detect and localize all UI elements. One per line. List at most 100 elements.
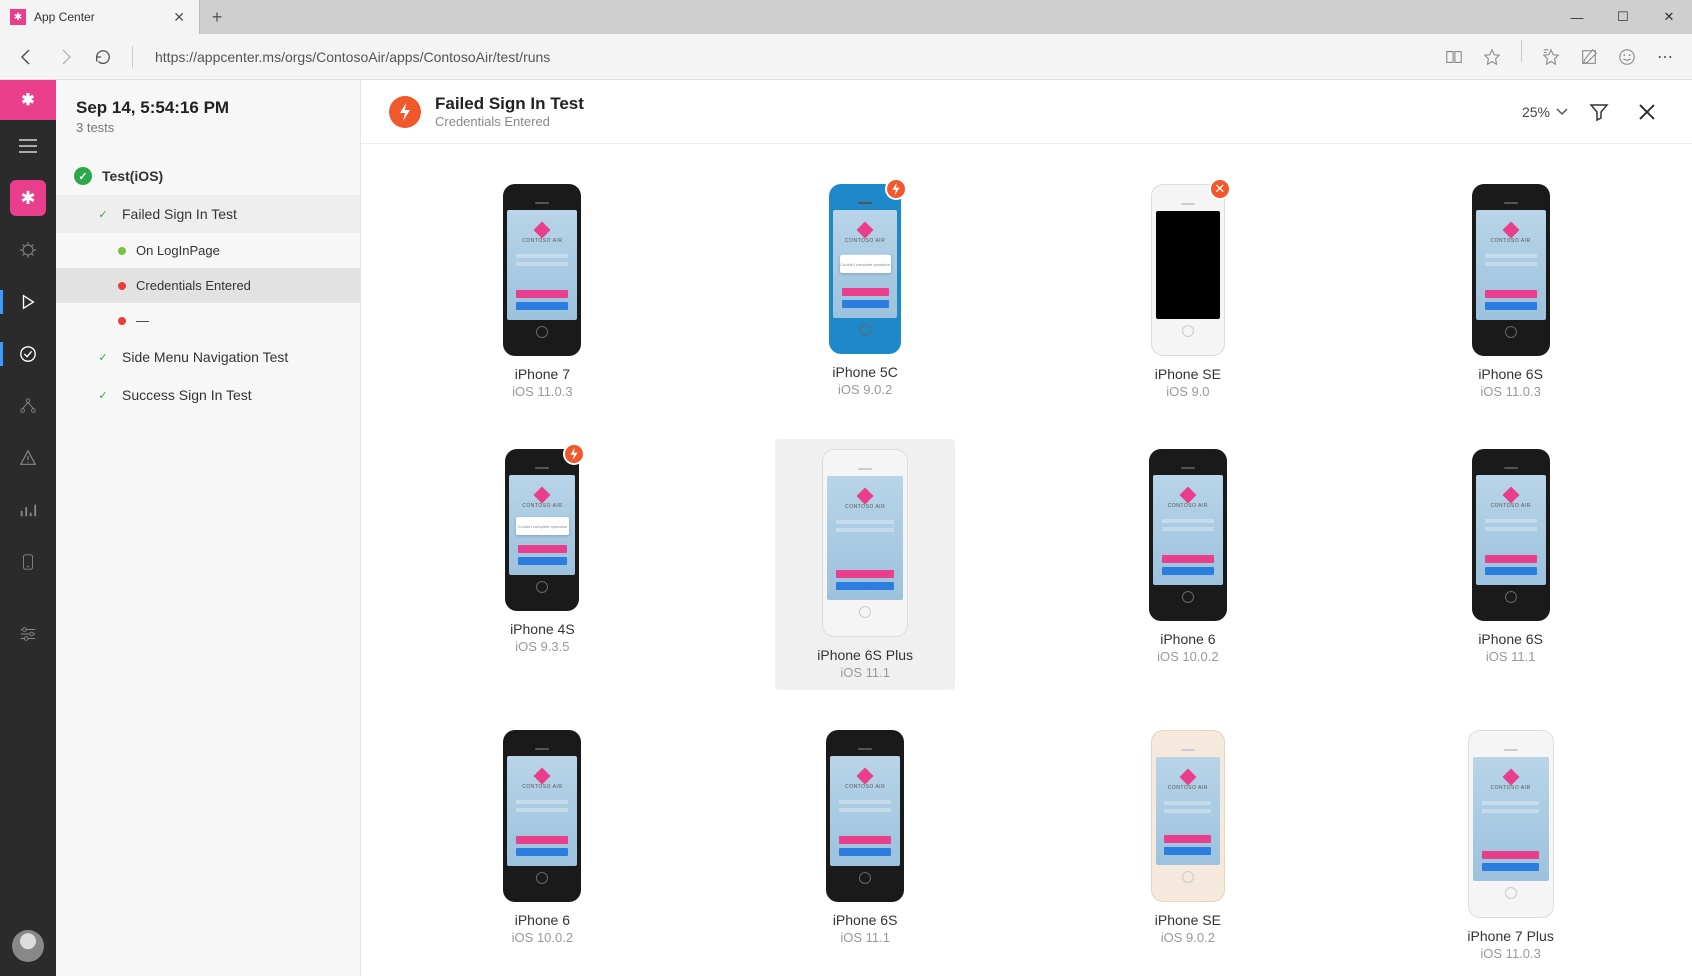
user-avatar[interactable] (12, 930, 44, 962)
check-circle-icon: ✓ (74, 167, 92, 185)
device-name: iPhone 6S Plus (817, 647, 913, 663)
run-test-count: 3 tests (76, 120, 340, 135)
run-timestamp: Sep 14, 5:54:16 PM (76, 98, 340, 118)
status-dot-red (118, 317, 126, 325)
close-icon[interactable] (1630, 95, 1664, 129)
test-item-success-signin[interactable]: ✓ Success Sign In Test (56, 376, 360, 414)
nav-forward-button[interactable] (48, 40, 82, 74)
nav-settings-icon[interactable] (0, 608, 56, 660)
phone-frame: CONTOSO AIR (822, 449, 908, 637)
more-menu-icon[interactable]: ⋯ (1648, 40, 1682, 74)
device-card[interactable]: CONTOSO AIR iPhone 6S iOS 11.1 (1421, 439, 1601, 690)
nav-crashes-icon[interactable] (0, 432, 56, 484)
check-icon: ✓ (94, 348, 112, 366)
device-card[interactable]: CONTOSO AIR iPhone 6 iOS 10.0.2 (452, 720, 632, 971)
tab-title: App Center (34, 10, 169, 24)
screen-app-title: CONTOSO AIR (522, 238, 562, 244)
device-os: iOS 11.0.3 (1480, 946, 1540, 961)
test-item-side-menu[interactable]: ✓ Side Menu Navigation Test (56, 338, 360, 376)
nav-refresh-button[interactable] (86, 40, 120, 74)
reading-view-icon[interactable] (1437, 40, 1471, 74)
device-card[interactable]: ✕ iPhone SE iOS 9.0 (1098, 174, 1278, 409)
device-os: iOS 10.0.2 (1157, 649, 1218, 664)
screen-app-title: CONTOSO AIR (1168, 503, 1208, 509)
screen-app-title: CONTOSO AIR (1491, 785, 1531, 791)
window-minimize-button[interactable]: — (1554, 0, 1600, 34)
error-x-icon: ✕ (1209, 178, 1231, 200)
device-card[interactable]: CONTOSO AIR Couldn't complete operation … (452, 439, 632, 690)
status-dot-red (118, 282, 126, 290)
main-header: Failed Sign In Test Credentials Entered … (361, 80, 1692, 144)
phone-frame: CONTOSO AIR (503, 730, 581, 902)
device-os: iOS 9.3.5 (515, 639, 569, 654)
phone-frame: CONTOSO AIR Couldn't complete operation (505, 449, 579, 611)
zoom-dropdown[interactable]: 25% (1522, 104, 1568, 120)
check-icon: ✓ (94, 205, 112, 223)
check-icon: ✓ (94, 386, 112, 404)
screen-app-title: CONTOSO AIR (845, 238, 885, 244)
test-step-dash[interactable]: — (56, 303, 360, 338)
notes-icon[interactable] (1572, 40, 1606, 74)
app-logo[interactable]: ✱ (0, 80, 56, 120)
phone-frame: CONTOSO AIR (1472, 184, 1550, 356)
browser-tab[interactable]: ✱ App Center ✕ (0, 0, 200, 34)
screen-app-title: CONTOSO AIR (1491, 238, 1531, 244)
device-card[interactable]: CONTOSO AIR iPhone 7 Plus iOS 11.0.3 (1421, 720, 1601, 971)
screen-app-title: CONTOSO AIR (522, 503, 562, 509)
nav-distribute-icon[interactable] (0, 380, 56, 432)
phone-frame: CONTOSO AIR (1468, 730, 1554, 918)
device-card[interactable]: CONTOSO AIR iPhone 6S Plus iOS 11.1 (775, 439, 955, 690)
app-logo-icon (1179, 487, 1196, 504)
device-os: iOS 11.1 (840, 665, 890, 680)
app-logo-icon (534, 487, 551, 504)
device-os: iOS 9.0.2 (1161, 930, 1215, 945)
test-group[interactable]: ✓ Test(iOS) (56, 157, 360, 195)
device-card[interactable]: CONTOSO AIR iPhone SE iOS 9.0.2 (1098, 720, 1278, 971)
test-step-credentials[interactable]: Credentials Entered (56, 268, 360, 303)
main-panel: Failed Sign In Test Credentials Entered … (361, 80, 1692, 976)
nav-test-runs-icon[interactable] (0, 328, 56, 380)
favorite-star-icon[interactable] (1475, 40, 1509, 74)
app-logo-icon (1502, 487, 1519, 504)
nav-build-icon[interactable] (0, 224, 56, 276)
device-name: iPhone SE (1155, 912, 1221, 928)
device-card[interactable]: CONTOSO AIR iPhone 7 iOS 11.0.3 (452, 174, 632, 409)
window-maximize-button[interactable]: ☐ (1600, 0, 1646, 34)
test-run-sidebar: Sep 14, 5:54:16 PM 3 tests ✓ Test(iOS) ✓… (56, 80, 361, 976)
alert-dialog: Couldn't complete operation (840, 255, 891, 273)
device-name: iPhone 5C (832, 364, 897, 380)
feedback-smile-icon[interactable] (1610, 40, 1644, 74)
device-card[interactable]: CONTOSO AIR iPhone 6 iOS 10.0.2 (1098, 439, 1278, 690)
menu-hamburger-icon[interactable] (0, 120, 56, 172)
device-grid[interactable]: CONTOSO AIR iPhone 7 iOS 11.0.3 CONTOSO … (361, 144, 1692, 976)
address-bar[interactable]: https://appcenter.ms/orgs/ContosoAir/app… (145, 49, 1433, 65)
nav-push-icon[interactable] (0, 536, 56, 588)
nav-test-icon[interactable] (0, 276, 56, 328)
app-logo-icon (1502, 769, 1519, 786)
screen-app-title: CONTOSO AIR (1168, 785, 1208, 791)
filter-icon[interactable] (1582, 95, 1616, 129)
app-logo-icon (534, 222, 551, 239)
window-close-button[interactable]: ✕ (1646, 0, 1692, 34)
device-card[interactable]: CONTOSO AIR iPhone 6S iOS 11.1 (775, 720, 955, 971)
device-os: iOS 11.1 (840, 930, 890, 945)
new-tab-button[interactable]: + (200, 0, 234, 34)
favorites-hub-icon[interactable] (1534, 40, 1568, 74)
nav-analytics-icon[interactable] (0, 484, 56, 536)
test-title: Failed Sign In Test (435, 94, 1508, 114)
device-card[interactable]: CONTOSO AIR Couldn't complete operation … (775, 174, 955, 409)
device-card[interactable]: CONTOSO AIR iPhone 6S iOS 11.0.3 (1421, 174, 1601, 409)
phone-frame: CONTOSO AIR (1472, 449, 1550, 621)
tab-close-icon[interactable]: ✕ (169, 9, 189, 26)
phone-frame: CONTOSO AIR (1151, 730, 1225, 902)
device-name: iPhone 6 (515, 912, 570, 928)
nav-back-button[interactable] (10, 40, 44, 74)
test-step-login-page[interactable]: On LogInPage (56, 233, 360, 268)
test-item-failed-signin[interactable]: ✓ Failed Sign In Test (56, 195, 360, 233)
zoom-value: 25% (1522, 104, 1550, 120)
window-controls: — ☐ ✕ (1554, 0, 1692, 34)
test-item-label: Success Sign In Test (122, 387, 252, 403)
app-selector-icon[interactable]: ✱ (10, 180, 46, 216)
browser-tab-strip: ✱ App Center ✕ + — ☐ ✕ (0, 0, 1692, 34)
phone-frame: CONTOSO AIR (503, 184, 581, 356)
